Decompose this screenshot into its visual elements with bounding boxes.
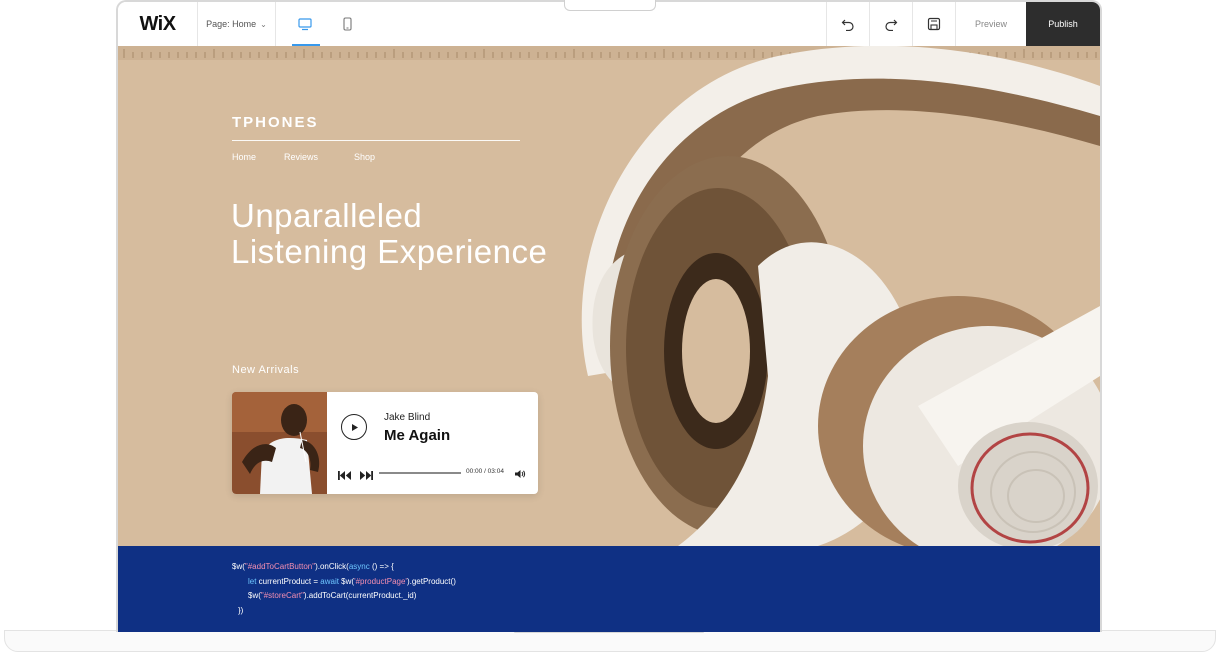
page-selector-label: Page: Home — [206, 19, 257, 29]
laptop-screen: WiX Page: Home ⌄ Preview Publish TPHONES… — [116, 0, 1102, 632]
hero-heading[interactable]: Unparalleled Listening Experience — [231, 198, 547, 270]
volume-button[interactable] — [514, 466, 526, 484]
previous-icon — [338, 471, 351, 480]
redo-button[interactable] — [869, 2, 912, 46]
music-player: Jake Blind Me Again 00:00 / 03:04 — [232, 392, 538, 494]
code-line-3: $w("#storeCart").addToCart(currentProduc… — [248, 591, 417, 600]
wix-logo: WiX — [118, 2, 198, 46]
site-canvas[interactable]: TPHONES Home Reviews Shop Unparalleled L… — [118, 46, 1100, 546]
play-icon — [351, 423, 358, 431]
chevron-down-icon: ⌄ — [260, 19, 267, 29]
code-panel[interactable]: $w("#addToCartButton").onClick(async () … — [118, 546, 1100, 632]
publish-button[interactable]: Publish — [1026, 2, 1100, 46]
brand-divider — [232, 140, 520, 141]
play-button[interactable] — [341, 414, 367, 440]
progress-bar[interactable] — [379, 472, 461, 474]
desktop-view-button[interactable] — [292, 2, 320, 46]
desktop-icon — [298, 17, 312, 30]
undo-icon — [841, 19, 854, 31]
site-brand[interactable]: TPHONES — [232, 114, 319, 131]
save-icon — [927, 17, 941, 31]
section-label: New Arrivals — [232, 364, 300, 376]
laptop-base — [4, 630, 1216, 652]
code-line-1: $w("#addToCartButton").onClick(async () … — [232, 562, 394, 571]
track-time: 00:00 / 03:04 — [466, 468, 504, 475]
page-selector[interactable]: Page: Home ⌄ — [198, 2, 276, 46]
next-icon — [360, 471, 373, 480]
next-button[interactable] — [359, 467, 373, 485]
code-line-2: let currentProduct = await $w('#productP… — [248, 576, 456, 586]
volume-icon — [515, 470, 526, 478]
nav-item-reviews[interactable]: Reviews — [284, 152, 354, 162]
site-nav: Home Reviews Shop — [232, 152, 375, 162]
camera-notch — [564, 0, 656, 11]
hero-line-1: Unparalleled — [231, 197, 423, 234]
hero-line-2: Listening Experience — [231, 233, 548, 270]
device-switcher — [276, 2, 360, 46]
redo-icon — [885, 19, 898, 31]
preview-button[interactable]: Preview — [955, 2, 1026, 46]
nav-item-home[interactable]: Home — [232, 152, 284, 162]
track-title: Me Again — [384, 427, 451, 444]
code-editor[interactable]: $w("#addToCartButton").onClick(async () … — [232, 560, 456, 618]
album-cover-image — [232, 392, 327, 494]
track-artist: Jake Blind — [384, 412, 431, 423]
undo-button[interactable] — [826, 2, 869, 46]
previous-button[interactable] — [338, 467, 352, 485]
code-line-4: }) — [238, 605, 244, 615]
nav-item-shop[interactable]: Shop — [354, 152, 375, 162]
mobile-view-button[interactable] — [334, 2, 360, 46]
save-button[interactable] — [912, 2, 955, 46]
mobile-icon — [342, 17, 352, 31]
